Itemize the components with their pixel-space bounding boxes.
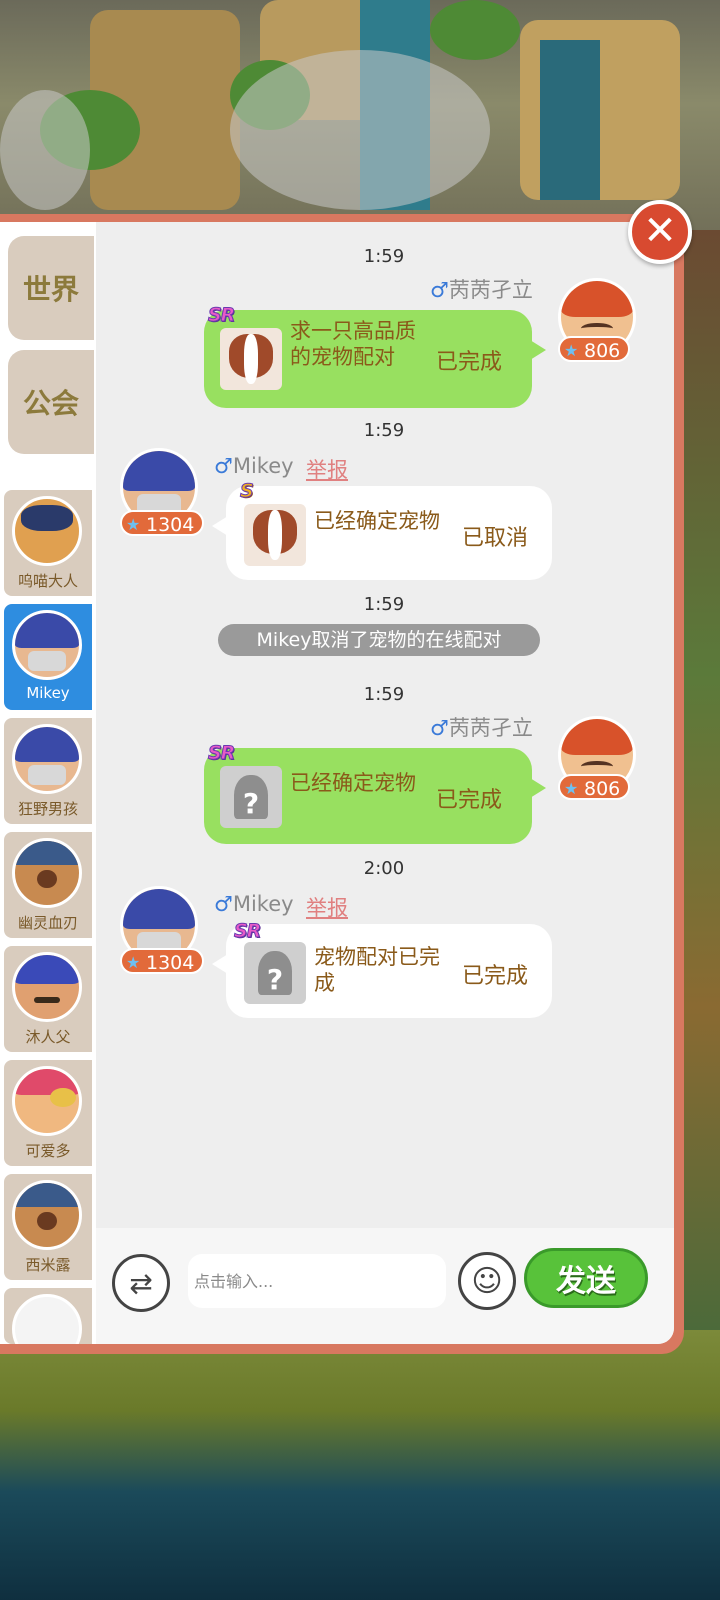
message-bubble[interactable]: S 已经确定宠物 已取消 [212, 480, 552, 580]
message-text: 已经确定宠物 [314, 509, 440, 533]
background-cloud [0, 90, 90, 210]
contact-item[interactable]: 西米露 [4, 1174, 92, 1280]
unknown-pet-thumbnail: ? [244, 942, 306, 1004]
star-icon: ★ [564, 341, 579, 360]
match-status: 已取消 [462, 526, 529, 551]
sender-name: ♂Mikey [214, 454, 294, 478]
tab-guild[interactable]: 公会 [8, 350, 94, 454]
chat-panel-content: 世界 公会 呜喵大人 Mikey 狂野男孩 幽灵血刃 沐人父 可爱多 西米露 1… [0, 222, 674, 1344]
star-icon: ★ [126, 953, 141, 972]
contact-name: Mikey [26, 684, 70, 702]
contact-avatar [12, 724, 82, 794]
pet-thumbnail [220, 328, 282, 390]
message-text: 已经确定宠物 [290, 771, 416, 795]
contact-item[interactable]: 幽灵血刃 [4, 832, 92, 938]
close-icon[interactable]: ✕ [628, 200, 692, 264]
report-link[interactable]: 举报 [306, 892, 348, 922]
message-bubble[interactable]: ? SR 宠物配对已完成 已完成 [212, 920, 552, 1018]
system-notice: Mikey取消了宠物的在线配对 [218, 624, 540, 656]
tab-world[interactable]: 世界 [8, 236, 94, 340]
male-icon: ♂ [214, 454, 233, 478]
message-bubble[interactable]: SR 求一只高品质的宠物配对 已完成 [204, 304, 546, 408]
message-text: 求一只高品质的宠物配对 [290, 319, 416, 369]
contact-avatar [12, 1180, 82, 1250]
star-icon: ★ [564, 779, 579, 798]
rarity-badge: SR [207, 742, 235, 765]
chat-input-bar: ⇄ ☺ 发送 [96, 1228, 674, 1344]
contact-name: 呜喵大人 [17, 572, 78, 590]
contact-item[interactable] [4, 1288, 92, 1344]
contact-avatar [12, 1294, 82, 1344]
level-badge: ★ 806 [558, 336, 631, 362]
contact-item[interactable]: 沐人父 [4, 946, 92, 1052]
sender-name: ♂苪苪孑立 [430, 278, 533, 302]
smiley-face-icon[interactable]: ☺ [458, 1252, 516, 1310]
message-timestamp: 1:59 [363, 420, 405, 441]
chat-panel: 世界 公会 呜喵大人 Mikey 狂野男孩 幽灵血刃 沐人父 可爱多 西米露 1… [0, 214, 684, 1354]
message-text: 宠物配对已完成 [314, 945, 440, 995]
message-timestamp: 1:59 [363, 246, 405, 267]
contact-name: 幽灵血刃 [17, 914, 78, 932]
level-badge: ★ 1304 [120, 948, 205, 974]
rarity-badge: SR [207, 304, 235, 327]
contact-name: 狂野男孩 [17, 800, 78, 818]
contact-name: 沐人父 [25, 1028, 71, 1046]
channel-sidebar: 世界 公会 呜喵大人 Mikey 狂野男孩 幽灵血刃 沐人父 可爱多 西米露 [0, 222, 96, 1344]
contact-avatar [12, 952, 82, 1022]
level-badge: ★ 806 [558, 774, 631, 800]
contact-avatar [12, 1066, 82, 1136]
contact-item[interactable]: 呜喵大人 [4, 490, 92, 596]
contact-item[interactable]: 狂野男孩 [4, 718, 92, 824]
background-waterfall [540, 40, 600, 200]
male-icon: ♂ [430, 278, 449, 302]
send-button[interactable]: 发送 [524, 1248, 648, 1308]
sender-name: ♂苪苪孑立 [430, 716, 533, 740]
contact-name: 可爱多 [25, 1142, 71, 1160]
match-status: 已完成 [462, 964, 529, 989]
unknown-pet-thumbnail: ? [220, 766, 282, 828]
message-timestamp: 2:00 [363, 858, 405, 879]
contact-item[interactable]: 可爱多 [4, 1060, 92, 1166]
match-status: 已完成 [436, 350, 503, 375]
level-badge: ★ 1304 [120, 510, 205, 536]
contact-avatar [12, 838, 82, 908]
pet-thumbnail [244, 504, 306, 566]
message-timestamp: 1:59 [363, 684, 405, 705]
contact-avatar [12, 496, 82, 566]
message-bubble[interactable]: ? SR 已经确定宠物 已完成 [204, 742, 546, 844]
contact-item-active[interactable]: Mikey [4, 604, 92, 710]
message-timestamp: 1:59 [363, 594, 405, 615]
background-tree [430, 0, 520, 60]
rarity-badge: SR [233, 920, 261, 943]
background-cloud [230, 50, 490, 210]
male-icon: ♂ [430, 716, 449, 740]
report-link[interactable]: 举报 [306, 454, 348, 484]
rarity-badge: S [240, 480, 255, 503]
sender-name: ♂Mikey [214, 892, 294, 916]
contact-avatar [12, 610, 82, 680]
star-icon: ★ [126, 515, 141, 534]
male-icon: ♂ [214, 892, 233, 916]
chat-text-input[interactable] [188, 1254, 446, 1308]
swap-arrows-icon[interactable]: ⇄ [112, 1254, 170, 1312]
background-shore [0, 1330, 720, 1600]
contact-name: 西米露 [25, 1256, 71, 1274]
match-status: 已完成 [436, 788, 503, 813]
